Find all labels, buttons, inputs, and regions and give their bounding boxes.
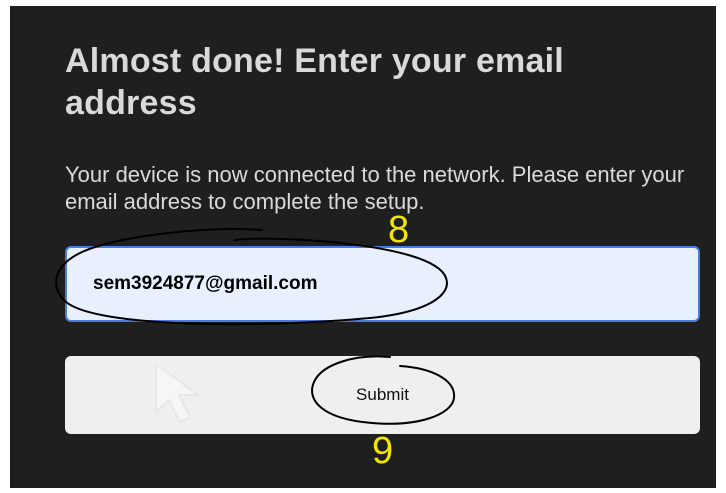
email-input[interactable]	[65, 246, 700, 322]
setup-description: Your device is now connected to the netw…	[65, 162, 685, 214]
submit-button[interactable]: Submit	[65, 356, 700, 434]
step-number-label: 8	[388, 209, 410, 251]
page-title: Almost done! Enter your email address	[65, 42, 564, 122]
step-number-label: 9	[372, 430, 394, 472]
